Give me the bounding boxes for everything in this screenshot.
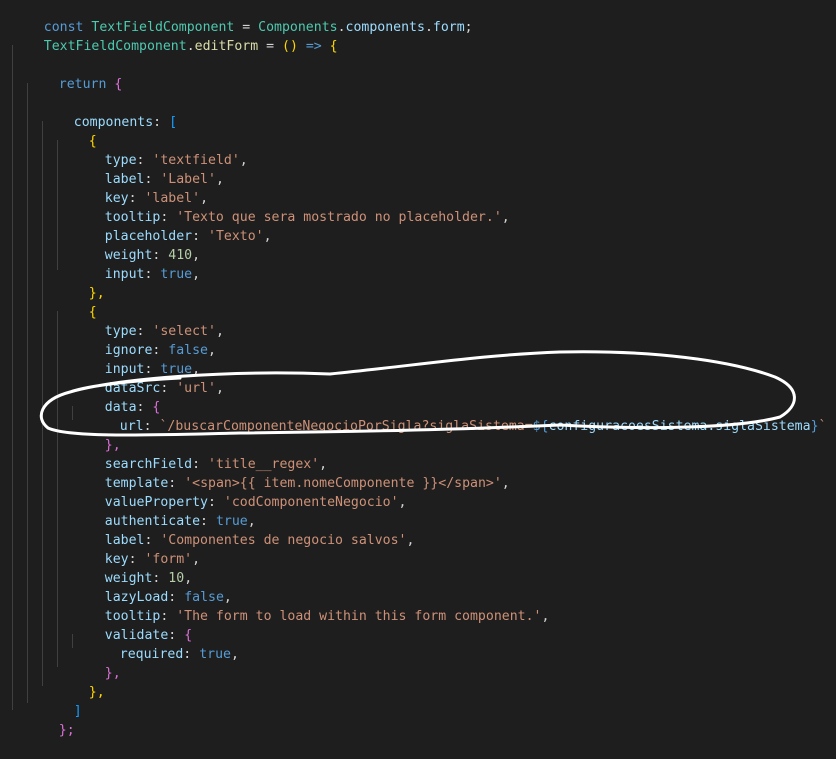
code-line: authenticate: true, <box>73 493 256 529</box>
function-name: editForm <box>194 39 259 54</box>
code-editor[interactable]: const TextFieldComponent = Components.co… <box>0 0 836 745</box>
indent-guide <box>27 83 28 703</box>
code-line: ] <box>42 683 82 719</box>
template-delimiter: } <box>810 419 819 434</box>
code-line: key: 'form', <box>73 531 200 567</box>
punctuation: . <box>424 20 433 35</box>
keyword: return <box>58 77 107 92</box>
code-line: url: `/buscarComponenteNegocioPorSigla?s… <box>88 398 827 434</box>
property: url <box>119 419 144 434</box>
template-string: ` <box>818 419 827 434</box>
code-line: type: 'textfield', <box>73 132 248 168</box>
punctuation: . <box>337 20 346 35</box>
arrow: => <box>297 39 330 54</box>
string: 'url' <box>176 381 216 396</box>
punctuation: : <box>153 115 170 130</box>
code-line: }, <box>57 265 105 301</box>
punctuation: , <box>230 647 239 662</box>
code-line: key: 'label', <box>73 170 208 206</box>
code-line: data: { <box>73 379 161 415</box>
code-line: TextFieldComponent.editForm = () => { <box>12 18 338 54</box>
code-line: template: '<span>{{ item.nomeComponente … <box>73 455 510 491</box>
code-line: input: true, <box>73 341 200 377</box>
boolean: true <box>199 647 231 662</box>
code-line: lazyLoad: false, <box>73 569 232 605</box>
code-line: validate: { <box>73 607 192 643</box>
code-line: dataSrc: 'url', <box>73 360 224 396</box>
code-line: }, <box>57 664 105 700</box>
code-line: weight: 10, <box>73 550 192 586</box>
punctuation: . <box>186 39 195 54</box>
template-delimiter: ${ <box>532 419 549 434</box>
identifier: TextFieldComponent <box>43 39 187 54</box>
code-line: type: 'select', <box>73 303 224 339</box>
code-line: tooltip: 'Texto que sera mostrado no pla… <box>73 189 510 225</box>
bracket: }; <box>58 723 75 738</box>
code-line: label: 'Label', <box>73 151 224 187</box>
punctuation: : <box>160 381 177 396</box>
code-line: { <box>57 113 97 149</box>
code-line: required: true, <box>88 626 239 662</box>
boolean: true <box>160 267 193 282</box>
code-line: }; <box>27 702 75 738</box>
punctuation: , <box>239 153 248 168</box>
indent-guide <box>42 121 43 686</box>
code-line: placeholder: 'Texto', <box>73 208 272 244</box>
indent-guide <box>57 311 58 667</box>
punctuation: , <box>406 533 415 548</box>
code-line: components: [ <box>42 94 177 130</box>
punctuation: : <box>144 267 161 282</box>
indent-guide <box>12 45 13 710</box>
punctuation: : <box>183 647 200 662</box>
string: 'Texto' <box>208 229 264 244</box>
property: form <box>432 20 465 35</box>
punctuation: , <box>215 172 224 187</box>
code-line: ignore: false, <box>73 322 216 358</box>
bracket: }, <box>88 685 105 700</box>
code-line: }, <box>73 417 121 453</box>
code-line: { <box>57 284 97 320</box>
punctuation: , <box>501 476 510 491</box>
code-line: label: 'Componentes de negocio salvos', <box>73 512 415 548</box>
code-line: weight: 410, <box>73 227 200 263</box>
bracket: { <box>329 39 338 54</box>
punctuation: ; <box>464 20 473 35</box>
bracket: }, <box>104 666 121 681</box>
property: components <box>345 20 425 35</box>
bracket: () <box>282 39 298 54</box>
string: 'The form to load within this form compo… <box>176 609 542 624</box>
operator: = <box>258 39 282 54</box>
code-line: return { <box>27 56 123 92</box>
code-line: input: true, <box>73 246 200 282</box>
punctuation: , <box>192 552 201 567</box>
punctuation: , <box>192 267 201 282</box>
property: required <box>119 647 184 662</box>
template-string: `/buscarComponenteNegocioPorSigla?siglaS… <box>159 419 533 434</box>
bracket: { <box>114 77 123 92</box>
property: input <box>104 267 145 282</box>
code-line: }, <box>73 645 121 681</box>
punctuation: , <box>398 495 407 510</box>
bracket: [ <box>169 115 178 130</box>
code-line: searchField: 'title__regex', <box>73 436 327 472</box>
punctuation: , <box>541 609 550 624</box>
punctuation: , <box>215 381 224 396</box>
code-line: valueProperty: 'codComponenteNegocio', <box>73 474 407 510</box>
punctuation: , <box>501 210 510 225</box>
punctuation: , <box>263 229 272 244</box>
template-variable: configuracoesSistema.siglaSistema <box>548 419 811 434</box>
punctuation: : <box>143 419 160 434</box>
punctuation: , <box>208 343 216 358</box>
code-line: tooltip: 'The form to load within this f… <box>73 588 550 624</box>
bracket: ] <box>73 704 82 719</box>
code-line: const TextFieldComponent = Components.co… <box>12 0 473 35</box>
punctuation: , <box>215 324 224 339</box>
